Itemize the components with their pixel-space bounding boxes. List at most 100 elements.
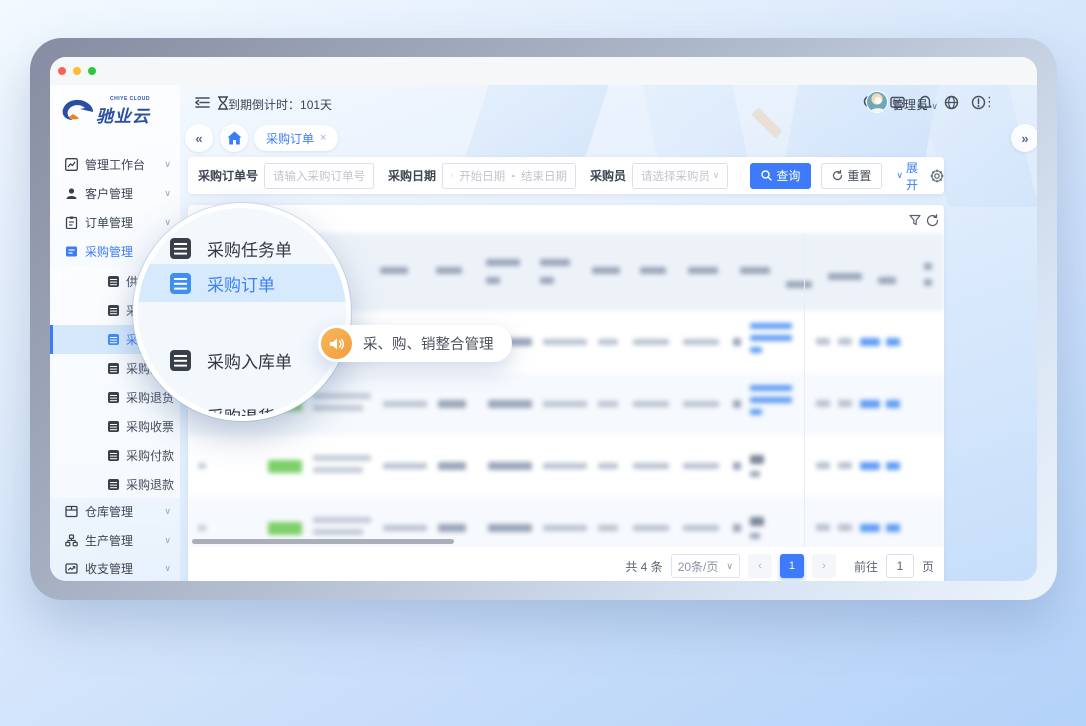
- sidebar-subitem-采购收票[interactable]: 采购收票: [50, 412, 180, 441]
- blurred-content: [683, 463, 719, 469]
- blurred-content: [683, 339, 719, 345]
- blurred-content: [488, 400, 532, 408]
- refresh-table-icon[interactable]: [925, 213, 939, 227]
- dashboard-icon: [65, 158, 78, 171]
- blurred-content: [683, 525, 719, 531]
- blurred-content: [838, 462, 852, 469]
- sidebar-item-label: 管理工作台: [85, 156, 145, 173]
- magnified-menu-item-采购任务单[interactable]: 采购任务单: [138, 229, 346, 267]
- table-row-blurred[interactable]: [188, 435, 944, 497]
- maximize-window-button[interactable]: [88, 67, 96, 75]
- date-separator: -: [511, 170, 515, 182]
- reset-button[interactable]: 重置: [821, 163, 882, 189]
- home-icon: [227, 131, 242, 145]
- sidebar-item-label: 订单管理: [85, 214, 133, 231]
- minimize-window-button[interactable]: [73, 67, 81, 75]
- buyer-select[interactable]: 请选择采购员 ∨: [632, 163, 728, 189]
- collapse-sidebar-icon[interactable]: [194, 94, 211, 111]
- kebab-menu-icon[interactable]: ⋮: [981, 93, 998, 110]
- filter-settings-gear-icon[interactable]: [930, 169, 944, 183]
- sidebar-item-仓库管理[interactable]: 仓库管理∨: [50, 497, 180, 526]
- scroll-tabs-right-button[interactable]: »: [1011, 124, 1037, 152]
- more-options-icon[interactable]: [960, 94, 977, 111]
- buyer-label: 采购员: [590, 167, 626, 184]
- tab-purchase-order[interactable]: 采购订单 ×: [254, 125, 338, 151]
- scroll-tabs-left-button[interactable]: «: [185, 124, 213, 152]
- sidebar-item-label: 采购管理: [85, 243, 133, 260]
- magnified-menu-label: 采购任务单: [207, 236, 292, 261]
- blurred-content: [878, 277, 896, 284]
- blurred-content: [598, 525, 618, 531]
- date-end-placeholder: 结束日期: [521, 168, 567, 184]
- blurred-content: [540, 277, 554, 284]
- blurred-content: [750, 533, 760, 539]
- blurred-content: [598, 463, 618, 469]
- sidebar-subitem-label: 采购退款: [126, 476, 174, 493]
- blurred-content: [924, 279, 932, 286]
- language-globe-icon[interactable]: [943, 94, 960, 111]
- sidebar-item-客户管理[interactable]: 客户管理∨: [50, 179, 180, 208]
- list-icon: [170, 350, 191, 371]
- blurred-content: [816, 400, 830, 407]
- order-no-label: 采购订单号: [198, 167, 258, 184]
- blurred-content: [750, 335, 792, 341]
- goto-page-input[interactable]: 1: [886, 554, 914, 578]
- order-no-input[interactable]: 请输入采购订单号: [264, 163, 374, 189]
- list-icon: [108, 334, 119, 345]
- sidebar-subitem-label: 采购收票: [126, 418, 174, 435]
- customer-icon: [65, 187, 78, 200]
- expand-filters-link[interactable]: ∨ 展开: [896, 159, 918, 193]
- close-window-button[interactable]: [58, 67, 66, 75]
- search-button[interactable]: 查询: [750, 163, 811, 189]
- blurred-content: [886, 524, 900, 532]
- blurred-content: [886, 462, 900, 470]
- sidebar-subitem-采购付款[interactable]: 采购付款: [50, 441, 180, 470]
- device-frame: CHIYE CLOUD 驰业云 管理工作台∨客户管理∨订单管理∨采购管理 供应商…: [30, 38, 1057, 600]
- list-icon: [108, 450, 119, 461]
- warehouse-icon: [65, 505, 78, 518]
- blurred-content: [750, 385, 792, 391]
- list-icon: [108, 479, 119, 490]
- blurred-content: [750, 455, 764, 464]
- main-header: 到期倒计时：101天: [180, 85, 1037, 120]
- blurred-content: [733, 462, 741, 470]
- horizontal-scrollbar[interactable]: [192, 539, 454, 544]
- blurred-content: [543, 463, 587, 469]
- blurred-content: [598, 339, 618, 345]
- pagination-bar: 共 4 条 20条/页 ∨ ‹ 1 › 前往 1 页: [188, 547, 944, 581]
- filter-funnel-icon[interactable]: [908, 213, 922, 227]
- blurred-content: [486, 277, 500, 284]
- user-avatar[interactable]: [866, 91, 888, 113]
- sidebar-subitem-采购退款[interactable]: 采购退款: [50, 470, 180, 499]
- sidebar-item-生产管理[interactable]: 生产管理∨: [50, 526, 180, 555]
- user-menu[interactable]: 管理员 ∨: [892, 96, 938, 113]
- chevron-down-icon: ∨: [164, 506, 171, 517]
- close-tab-icon[interactable]: ×: [320, 132, 326, 144]
- page-1-button[interactable]: 1: [780, 554, 804, 578]
- blurred-content: [543, 339, 587, 345]
- magnifier-overlay: 采购任务单采购订单采购入库单采购退货: [133, 203, 351, 421]
- page-size-select[interactable]: 20条/页 ∨: [671, 554, 740, 578]
- next-page-button[interactable]: ›: [812, 554, 836, 578]
- blurred-content: [816, 524, 830, 531]
- blurred-content: [313, 517, 371, 523]
- magnified-menu-item-采购入库单[interactable]: 采购入库单: [138, 341, 346, 379]
- prev-page-button[interactable]: ‹: [748, 554, 772, 578]
- blurred-content: [438, 400, 466, 408]
- callout-text: 采、购、销整合管理: [363, 333, 494, 354]
- purchase-icon: [65, 245, 78, 258]
- blurred-content: [750, 517, 764, 526]
- magnified-menu-label: 采购订单: [207, 271, 275, 296]
- blurred-content: [543, 525, 587, 531]
- date-range-input[interactable]: 开始日期 - 结束日期: [442, 163, 576, 189]
- blurred-content: [750, 347, 762, 353]
- sidebar-item-label: 生产管理: [85, 532, 133, 549]
- finance-icon: [65, 562, 78, 575]
- app-window: CHIYE CLOUD 驰业云 管理工作台∨客户管理∨订单管理∨采购管理 供应商…: [50, 57, 1037, 581]
- magnified-menu-item-采购订单[interactable]: 采购订单: [138, 264, 346, 302]
- app-logo: CHIYE CLOUD 驰业云: [60, 93, 172, 131]
- home-tab-button[interactable]: [220, 124, 248, 152]
- feature-callout: 采、购、销整合管理: [318, 325, 512, 362]
- sidebar-item-管理工作台[interactable]: 管理工作台∨: [50, 150, 180, 179]
- sidebar-item-收支管理[interactable]: 收支管理∨: [50, 554, 180, 581]
